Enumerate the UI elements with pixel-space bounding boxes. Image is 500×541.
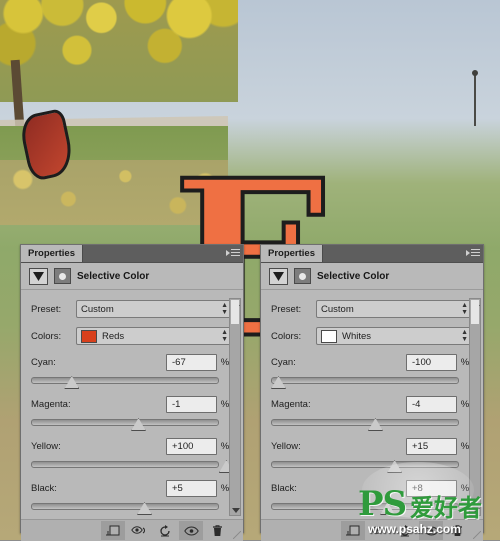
colors-row: Colors: Whites ▲▼ xyxy=(271,327,473,345)
slider-black: Black: +5 % xyxy=(31,480,233,513)
slider-track[interactable] xyxy=(31,373,233,387)
stepper-arrows-icon: ▲▼ xyxy=(461,329,468,343)
properties-body: Preset: Custom ▲▼ Colors: Reds ▲▼ Cyan: … xyxy=(21,290,243,519)
slider-value[interactable]: -67 xyxy=(166,354,217,371)
slider-track[interactable] xyxy=(271,499,473,513)
preset-value: Custom xyxy=(321,304,354,315)
view-previous-state-icon[interactable] xyxy=(127,521,151,540)
slider-value[interactable]: +5 xyxy=(166,480,217,497)
panel-menu-icon[interactable] xyxy=(226,248,240,259)
color-swatch xyxy=(81,330,97,343)
slider-value[interactable]: -1 xyxy=(166,396,217,413)
properties-tabbar: Properties xyxy=(21,245,243,263)
slider-label: Cyan: xyxy=(31,357,166,368)
scroll-down-icon[interactable] xyxy=(232,508,240,513)
slider-label: Yellow: xyxy=(31,441,166,452)
preset-select[interactable]: Custom ▲▼ xyxy=(316,300,473,318)
slider-value[interactable]: +15 xyxy=(406,438,457,455)
slider-value[interactable]: -4 xyxy=(406,396,457,413)
slider-label: Cyan: xyxy=(271,357,406,368)
tabbar-filler xyxy=(323,245,483,262)
colors-label: Colors: xyxy=(271,331,316,342)
colors-value: Whites xyxy=(342,331,371,342)
stepper-arrows-icon: ▲▼ xyxy=(461,302,468,316)
resize-grip-icon[interactable] xyxy=(233,531,241,539)
properties-body: Preset: Custom ▲▼ Colors: Whites ▲▼ Cyan… xyxy=(261,290,483,519)
slider-track[interactable] xyxy=(31,499,233,513)
delete-adjustment-icon[interactable] xyxy=(205,521,229,540)
preset-label: Preset: xyxy=(271,304,316,315)
slider-value[interactable]: -100 xyxy=(406,354,457,371)
slider-value[interactable]: +8 xyxy=(406,480,457,497)
scroll-down-icon[interactable] xyxy=(472,508,480,513)
selective-color-icon xyxy=(269,268,288,285)
slider-magenta: Magenta: -1 % xyxy=(31,396,233,429)
preset-label: Preset: xyxy=(31,304,76,315)
slider-cyan: Cyan: -67 % xyxy=(31,354,233,387)
slider-label: Magenta: xyxy=(31,399,166,410)
slider-magenta: Magenta: -4 % xyxy=(271,396,473,429)
toggle-visibility-icon[interactable] xyxy=(419,521,443,540)
slider-yellow: Yellow: +100 % xyxy=(31,438,233,471)
properties-panel-whites: Properties Selective Color Preset: Custo… xyxy=(260,244,484,533)
colors-select[interactable]: Reds ▲▼ xyxy=(76,327,233,345)
properties-scrollbar[interactable] xyxy=(469,298,481,516)
slider-label: Magenta: xyxy=(271,399,406,410)
preset-select[interactable]: Custom ▲▼ xyxy=(76,300,233,318)
tree-canopy xyxy=(0,0,230,102)
properties-header: Selective Color xyxy=(21,263,243,290)
letter-e-artwork: E xyxy=(172,152,230,227)
properties-footer xyxy=(21,519,243,541)
reset-icon[interactable] xyxy=(393,521,417,540)
properties-title: Selective Color xyxy=(77,271,149,282)
colors-select[interactable]: Whites ▲▼ xyxy=(316,327,473,345)
panel-menu-icon[interactable] xyxy=(466,248,480,259)
scrollbar-thumb[interactable] xyxy=(471,300,479,324)
slider-black: Black: +8 % xyxy=(271,480,473,513)
clip-to-layer-icon[interactable] xyxy=(341,521,365,540)
properties-footer xyxy=(261,519,483,541)
delete-adjustment-icon[interactable] xyxy=(445,521,469,540)
preset-value: Custom xyxy=(81,304,114,315)
tabbar-filler xyxy=(83,245,243,262)
color-swatch xyxy=(321,330,337,343)
preset-row: Preset: Custom ▲▼ xyxy=(271,300,473,318)
slider-track[interactable] xyxy=(271,457,473,471)
view-previous-state-icon[interactable] xyxy=(367,521,391,540)
scrollbar-thumb[interactable] xyxy=(231,300,239,324)
slider-label: Black: xyxy=(31,483,166,494)
document-preview[interactable]: E xyxy=(0,0,230,227)
properties-panel-reds: Properties Selective Color Preset: Custo… xyxy=(20,244,244,533)
resize-grip-icon[interactable] xyxy=(473,531,481,539)
preset-row: Preset: Custom ▲▼ xyxy=(31,300,233,318)
photoshop-screenshot: 3D Layers Channels ⚲ Kind ▲▼ T xyxy=(0,0,500,540)
slider-cyan: Cyan: -100 % xyxy=(271,354,473,387)
properties-scrollbar[interactable] xyxy=(229,298,241,516)
layer-mask-icon[interactable] xyxy=(294,268,311,284)
slider-track[interactable] xyxy=(31,415,233,429)
properties-tabbar: Properties xyxy=(261,245,483,263)
properties-title: Selective Color xyxy=(317,271,389,282)
selective-color-icon xyxy=(29,268,48,285)
toggle-visibility-icon[interactable] xyxy=(179,521,203,540)
clip-to-layer-icon[interactable] xyxy=(101,521,125,540)
slider-yellow: Yellow: +15 % xyxy=(271,438,473,471)
layer-mask-icon[interactable] xyxy=(54,268,71,284)
tab-properties[interactable]: Properties xyxy=(261,245,323,262)
properties-header: Selective Color xyxy=(261,263,483,290)
slider-value[interactable]: +100 xyxy=(166,438,217,455)
colors-row: Colors: Reds ▲▼ xyxy=(31,327,233,345)
slider-track[interactable] xyxy=(271,373,473,387)
colors-value: Reds xyxy=(102,331,124,342)
slider-track[interactable] xyxy=(31,457,233,471)
tab-properties[interactable]: Properties xyxy=(21,245,83,262)
slider-label: Black: xyxy=(271,483,406,494)
stepper-arrows-icon: ▲▼ xyxy=(221,329,228,343)
slider-track[interactable] xyxy=(271,415,473,429)
colors-label: Colors: xyxy=(31,331,76,342)
reset-icon[interactable] xyxy=(153,521,177,540)
slider-label: Yellow: xyxy=(271,441,406,452)
stepper-arrows-icon: ▲▼ xyxy=(221,302,228,316)
